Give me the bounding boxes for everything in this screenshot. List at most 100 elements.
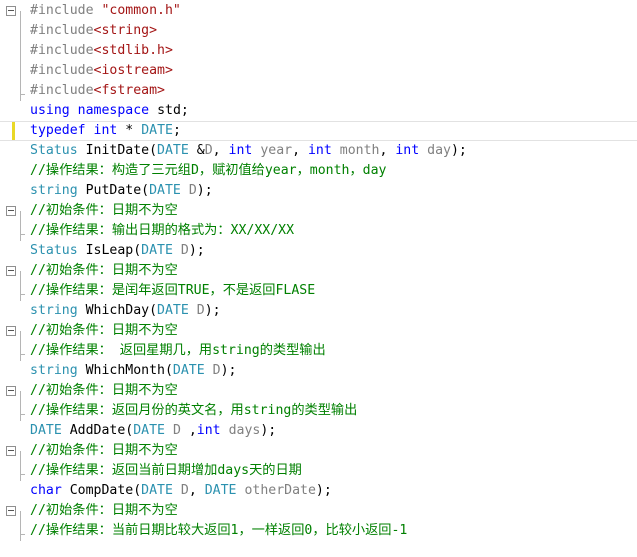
outline-guide <box>20 391 21 401</box>
code-token: & <box>188 143 205 158</box>
code-text: string WhichMonth(DATE D); <box>30 361 236 381</box>
code-text: //初始条件：日期不为空 <box>30 441 178 461</box>
code-token: ; <box>172 123 181 138</box>
outline-guide <box>20 511 21 521</box>
code-line[interactable]: //初始条件：日期不为空 <box>0 261 637 281</box>
code-token: WhichMonth( <box>77 363 173 378</box>
code-token: int <box>307 143 332 158</box>
code-line[interactable]: string WhichMonth(DATE D); <box>0 361 637 381</box>
code-line[interactable]: string WhichDay(DATE D); <box>0 301 637 321</box>
code-token: DATE <box>141 243 173 258</box>
code-text: #include<string> <box>30 21 157 41</box>
outline-guide <box>20 281 25 301</box>
code-line[interactable]: DATE AddDate(DATE D ,int days); <box>0 421 637 441</box>
code-text: //操作结果：返回月份的英文名，用string的类型输出 <box>30 401 357 421</box>
code-token: //初始条件：日期不为空 <box>30 503 178 518</box>
code-line[interactable]: #include "common.h" <box>0 1 637 21</box>
code-token: , <box>212 143 229 158</box>
code-line[interactable]: #include<stdlib.h> <box>0 41 637 61</box>
code-token: , <box>188 483 205 498</box>
code-token: int <box>395 143 420 158</box>
code-token: ); <box>204 303 221 318</box>
code-line[interactable]: char CompDate(DATE D, DATE otherDate); <box>0 481 637 501</box>
code-token: //操作结果：输出日期的格式为：XX/XX/XX <box>30 223 295 238</box>
code-text: //初始条件：日期不为空 <box>30 501 178 521</box>
code-line[interactable]: #include<iostream> <box>0 61 637 81</box>
code-line[interactable]: //初始条件：日期不为空 <box>0 321 637 341</box>
collapse-icon[interactable] <box>6 326 16 336</box>
code-line[interactable]: //操作结果： 返回星期几，用string的类型输出 <box>0 341 637 361</box>
code-token: //操作结果： 返回星期几，用string的类型输出 <box>30 343 326 358</box>
collapse-icon[interactable] <box>6 266 16 276</box>
code-line[interactable]: Status InitDate(DATE &D, int year, int m… <box>0 141 637 161</box>
code-line[interactable]: //操作结果：输出日期的格式为：XX/XX/XX <box>0 221 637 241</box>
code-text: //初始条件：日期不为空 <box>30 261 178 281</box>
code-token: std; <box>149 103 189 118</box>
code-line[interactable]: #include<fstream> <box>0 81 637 101</box>
code-text: //操作结果：返回当前日期增加days天的日期 <box>30 461 302 481</box>
code-token: int <box>196 423 221 438</box>
code-text: //操作结果：当前日期比较大返回1，一样返回0，比较小返回-1 <box>30 521 407 541</box>
code-token: <string> <box>93 23 158 38</box>
code-token: IsLeap( <box>77 243 142 258</box>
code-line[interactable]: //初始条件：日期不为空 <box>0 381 637 401</box>
collapse-icon[interactable] <box>6 206 16 216</box>
code-line[interactable]: Status IsLeap(DATE D); <box>0 241 637 261</box>
code-editor[interactable]: #include "common.h" #include<string> #incl… <box>0 0 637 557</box>
code-token: WhichDay( <box>77 303 158 318</box>
code-token: D <box>188 183 197 198</box>
code-line[interactable]: //初始条件：日期不为空 <box>0 441 637 461</box>
code-token: , <box>379 143 396 158</box>
code-token: using <box>30 103 70 118</box>
code-text: //操作结果：是闰年返回TRUE，不是返回FLASE <box>30 281 315 301</box>
code-text: DATE AddDate(DATE D ,int days); <box>30 421 276 441</box>
code-text: char CompDate(DATE D, DATE otherDate); <box>30 481 332 501</box>
collapse-icon[interactable] <box>6 506 16 516</box>
code-line[interactable]: //操作结果：构造了三元组D，赋初值给year，month，day <box>0 161 637 181</box>
code-token: <fstream> <box>93 83 165 98</box>
code-token: days <box>228 423 261 438</box>
code-token: ); <box>260 423 277 438</box>
outline-guide <box>20 81 25 101</box>
outline-guide <box>20 221 25 241</box>
code-token: , <box>180 423 197 438</box>
code-line[interactable]: using namespace std; <box>0 101 637 121</box>
code-line[interactable]: #include<string> <box>0 21 637 41</box>
code-token: D <box>196 303 205 318</box>
code-line[interactable]: string PutDate(DATE D); <box>0 181 637 201</box>
code-token: DATE <box>141 483 173 498</box>
code-token: DATE <box>30 423 62 438</box>
code-text: typedef int * DATE; <box>30 121 181 141</box>
change-marker <box>12 122 15 140</box>
code-line[interactable]: //操作结果：返回当前日期增加days天的日期 <box>0 461 637 481</box>
outline-guide <box>20 451 21 461</box>
code-text: #include "common.h" <box>30 1 181 21</box>
code-token: ); <box>196 183 213 198</box>
outline-guide <box>20 521 25 541</box>
collapse-icon[interactable] <box>6 446 16 456</box>
code-line[interactable]: //操作结果：当前日期比较大返回1，一样返回0，比较小返回-1 <box>0 521 637 541</box>
code-token: year <box>260 143 293 158</box>
code-text: Status InitDate(DATE &D, int year, int m… <box>30 141 467 161</box>
code-token: D <box>204 143 213 158</box>
code-text: //初始条件：日期不为空 <box>30 381 178 401</box>
code-token: int <box>93 123 118 138</box>
code-token: PutDate( <box>77 183 150 198</box>
collapse-icon[interactable] <box>6 386 16 396</box>
code-line[interactable]: //操作结果：返回月份的英文名，用string的类型输出 <box>0 401 637 421</box>
code-line[interactable]: //操作结果：是闰年返回TRUE，不是返回FLASE <box>0 281 637 301</box>
code-token: ); <box>188 243 205 258</box>
code-token: DATE <box>204 483 237 498</box>
code-line[interactable]: //初始条件：日期不为空 <box>0 201 637 221</box>
collapse-icon[interactable] <box>6 6 16 16</box>
code-token: string <box>30 183 78 198</box>
code-token: otherDate <box>244 483 316 498</box>
code-line[interactable]: //初始条件：日期不为空 <box>0 501 637 521</box>
code-line[interactable]: typedef int * DATE; <box>0 121 637 141</box>
code-token: CompDate( <box>61 483 142 498</box>
